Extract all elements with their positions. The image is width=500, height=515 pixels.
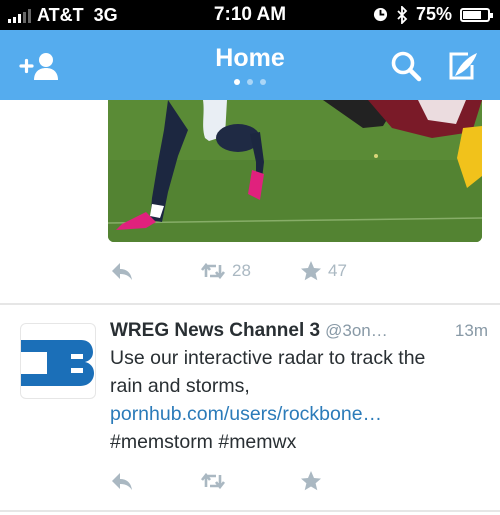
tweet-text-line: rain and storms,	[110, 375, 250, 397]
reply-button[interactable]	[110, 471, 200, 491]
battery-percent: 75%	[415, 4, 452, 24]
tweet-divider	[0, 510, 500, 512]
page-dot	[260, 79, 266, 85]
tweet-author-name[interactable]: WREG News Channel 3	[110, 320, 320, 342]
tweet-author-handle: @3on…	[325, 321, 388, 340]
reply-icon	[112, 262, 132, 280]
battery-icon	[460, 7, 493, 22]
search-icon[interactable]	[390, 50, 424, 82]
retweet-button[interactable]: 28	[200, 261, 300, 281]
reply-button[interactable]	[110, 261, 200, 281]
page-title: Home	[215, 44, 285, 72]
clock-icon	[373, 7, 388, 22]
tweet-text-line: Use our interactive radar to track the	[110, 347, 426, 369]
tweet-divider	[0, 303, 500, 305]
status-bar: AT&T 3G 7:10 AM 75%	[0, 0, 500, 30]
page-dot	[247, 79, 253, 85]
favorite-button[interactable]	[300, 470, 322, 491]
favorite-button[interactable]: 47	[300, 260, 347, 281]
reply-icon	[112, 472, 132, 490]
avatar[interactable]	[20, 323, 96, 399]
page-dot	[234, 79, 240, 85]
tweet-actions: 28 47	[110, 260, 450, 281]
nav-bar: Home	[0, 30, 500, 100]
bluetooth-icon	[397, 5, 408, 24]
star-icon	[301, 471, 321, 491]
retweet-button[interactable]	[200, 471, 300, 491]
favorite-count: 47	[328, 260, 347, 280]
retweet-count: 28	[232, 260, 251, 280]
page-indicator	[0, 79, 500, 85]
compose-icon[interactable]	[446, 50, 482, 82]
tweet-actions	[110, 470, 450, 491]
retweet-icon	[200, 472, 226, 489]
tweet-photo[interactable]	[108, 100, 482, 242]
star-icon	[301, 261, 321, 281]
tweet-link[interactable]: pornhub.com/users/rockbone…	[110, 400, 488, 428]
retweet-icon	[200, 262, 226, 279]
tweet-text: Use our interactive radar to track the r…	[110, 344, 488, 456]
tweet[interactable]: WREG News Channel 3 @3on… 13m Use our in…	[110, 320, 488, 456]
tweet-hashtags[interactable]: #memstorm #memwx	[110, 428, 488, 456]
tweet-timestamp: 13m	[454, 321, 488, 340]
